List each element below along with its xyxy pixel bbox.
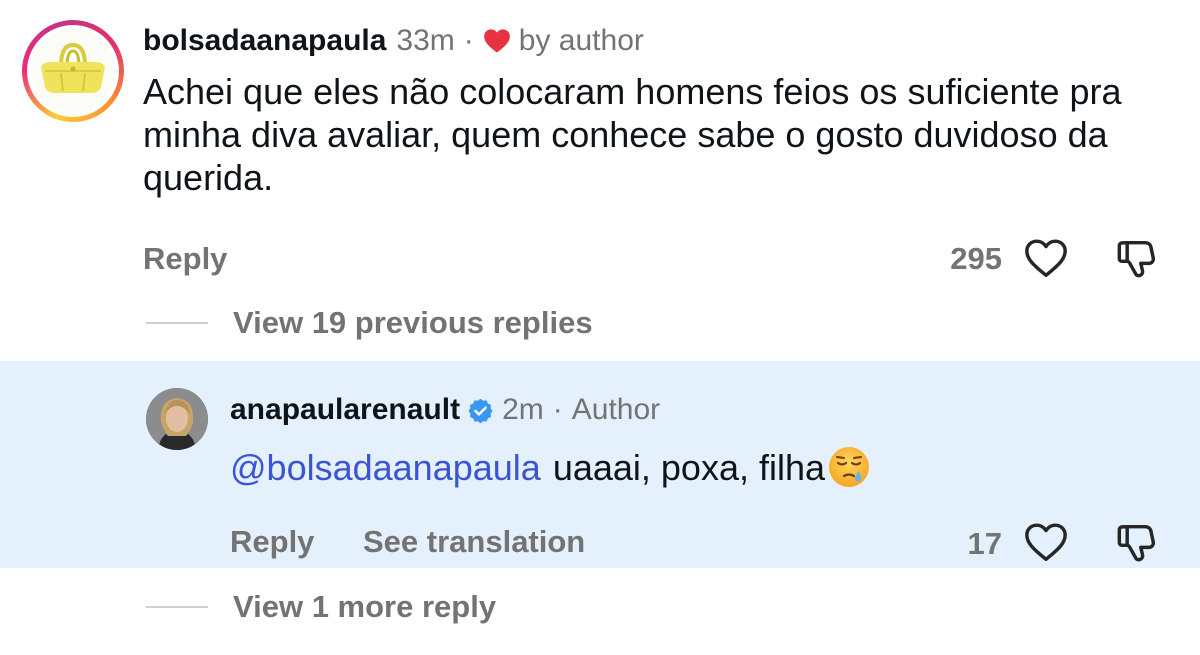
comments-thread: bolsadaanapaula 33m · by author Achei qu… bbox=[0, 0, 1200, 655]
author-avatar[interactable] bbox=[146, 388, 208, 450]
author-badge-label: Author bbox=[571, 393, 661, 426]
reply-button[interactable]: Reply bbox=[143, 241, 227, 277]
reply-button[interactable]: Reply bbox=[230, 524, 314, 560]
dislike-icon[interactable] bbox=[1113, 236, 1159, 282]
comment-timestamp: 33m bbox=[396, 24, 455, 57]
view-more-replies[interactable]: View 1 more reply bbox=[146, 589, 496, 625]
heart-filled-icon bbox=[483, 28, 511, 54]
verified-badge-icon bbox=[467, 397, 494, 424]
see-translation-button[interactable]: See translation bbox=[363, 524, 585, 560]
reply-username[interactable]: anapaularenault bbox=[230, 393, 460, 427]
dislike-icon[interactable] bbox=[1113, 520, 1159, 566]
reply-highlighted: anapaularenault 2m · Author @bolsadaanap… bbox=[0, 361, 1200, 568]
comment-username[interactable]: bolsadaanapaula bbox=[143, 24, 386, 58]
reply-text: @bolsadaanapaula uaaai, poxa, filha bbox=[230, 445, 871, 489]
view-previous-replies[interactable]: View 19 previous replies bbox=[146, 305, 593, 341]
reply-timestamp: 2m bbox=[502, 393, 544, 426]
handbag-avatar-icon bbox=[31, 29, 115, 113]
heart-outline-icon[interactable] bbox=[1023, 236, 1069, 282]
reply-message: uaaai, poxa, filha bbox=[552, 446, 826, 488]
view-more-replies-label: View 1 more reply bbox=[233, 589, 497, 624]
mention-link[interactable]: @bolsadaanapaula bbox=[230, 446, 541, 489]
view-previous-replies-label: View 19 previous replies bbox=[233, 305, 593, 340]
comment-header: bolsadaanapaula 33m · by author bbox=[143, 22, 644, 60]
separator-dot: · bbox=[463, 24, 474, 57]
like-count: 295 bbox=[950, 241, 1002, 276]
liked-by-author-label: by author bbox=[518, 24, 644, 57]
thread-line bbox=[146, 606, 208, 608]
reply-header: anapaularenault 2m · Author bbox=[230, 391, 660, 429]
separator-dot: · bbox=[552, 393, 563, 426]
heart-outline-icon[interactable] bbox=[1023, 520, 1069, 566]
story-ring-avatar[interactable] bbox=[22, 20, 124, 122]
comment-text: Achei que eles não colocaram homens feio… bbox=[143, 71, 1122, 198]
reply-like-count: 17 bbox=[967, 526, 1002, 561]
sleepy-face-emoji-icon bbox=[827, 445, 871, 489]
thread-line bbox=[146, 322, 208, 324]
